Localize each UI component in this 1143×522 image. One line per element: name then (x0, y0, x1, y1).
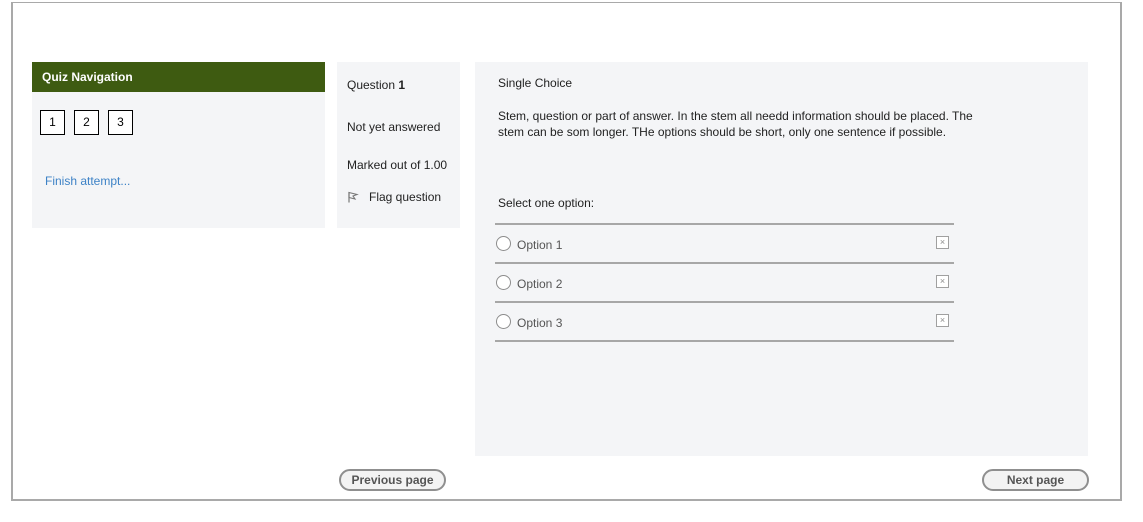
answer-option-3[interactable]: Option 3 × (495, 303, 954, 340)
question-info-block: Question 1 Not yet answered Marked out o… (337, 62, 460, 228)
question-number-value: 1 (398, 78, 406, 92)
quiz-navigation-block: Quiz Navigation 1 2 3 Finish attempt... (32, 62, 325, 228)
quiz-navigation-header: Quiz Navigation (32, 62, 325, 92)
question-type: Single Choice (498, 76, 573, 90)
question-content-block: Single Choice Stem, question or part of … (475, 62, 1088, 456)
question-prompt: Select one option: (498, 196, 595, 210)
next-page-button[interactable]: Next page (982, 469, 1089, 491)
radio-icon[interactable] (496, 236, 511, 251)
nav-button-question-3[interactable]: 3 (108, 110, 133, 135)
answer-option-2[interactable]: Option 2 × (495, 264, 954, 301)
question-state: Not yet answered (347, 120, 441, 134)
previous-page-button[interactable]: Previous page (339, 469, 446, 491)
question-prefix: Question (347, 78, 396, 92)
clear-choice-icon[interactable]: × (936, 314, 949, 327)
flag-question-label: Flag question (369, 190, 442, 204)
flag-icon (347, 191, 359, 203)
nav-button-question-2[interactable]: 2 (74, 110, 99, 135)
answer-option-label: Option 2 (517, 277, 563, 291)
question-number: Question 1 (347, 78, 405, 92)
answer-options: Option 1 × Option 2 × Option 3 × (495, 223, 954, 342)
answer-option-label: Option 3 (517, 316, 563, 330)
question-stem: Stem, question or part of answer. In the… (498, 109, 973, 139)
option-divider (495, 340, 954, 342)
clear-choice-icon[interactable]: × (936, 275, 949, 288)
nav-button-question-1[interactable]: 1 (40, 110, 65, 135)
answer-option-label: Option 1 (517, 238, 563, 252)
radio-icon[interactable] (496, 314, 511, 329)
finish-attempt-link[interactable]: Finish attempt... (45, 174, 130, 188)
flag-question-button[interactable]: Flag question (347, 190, 441, 204)
question-nav-buttons: 1 2 3 (40, 110, 142, 135)
radio-icon[interactable] (496, 275, 511, 290)
answer-option-1[interactable]: Option 1 × (495, 225, 954, 262)
clear-choice-icon[interactable]: × (936, 236, 949, 249)
question-marks: Marked out of 1.00 (347, 158, 448, 172)
